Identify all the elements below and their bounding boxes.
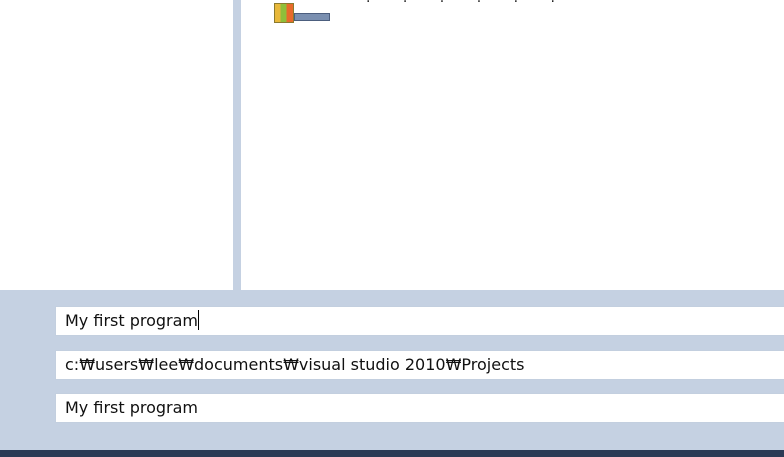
- installed-templates-pane: [0, 0, 233, 290]
- solution-name-value: My first program: [65, 398, 199, 417]
- template-list-item[interactable]: · · · · · ·: [274, 0, 569, 32]
- text-caret: [198, 310, 200, 330]
- template-item-label: · · · · · ·: [366, 0, 569, 10]
- project-name-value: My first program: [65, 311, 199, 330]
- project-settings-panel: My first program c:₩users₩lee₩documents₩…: [0, 290, 784, 450]
- project-name-field[interactable]: My first program: [55, 306, 784, 336]
- new-project-dialog: · · · · · · My first program c:₩users₩le…: [0, 0, 784, 457]
- dialog-footer-strip: [0, 450, 784, 457]
- template-list: · · · · · ·: [241, 0, 784, 290]
- location-field[interactable]: c:₩users₩lee₩documents₩visual studio 201…: [55, 350, 784, 380]
- project-template-icon: [274, 0, 332, 25]
- solution-name-field[interactable]: My first program: [55, 393, 784, 423]
- pane-splitter[interactable]: [233, 0, 241, 290]
- location-value: c:₩users₩lee₩documents₩visual studio 201…: [65, 355, 525, 374]
